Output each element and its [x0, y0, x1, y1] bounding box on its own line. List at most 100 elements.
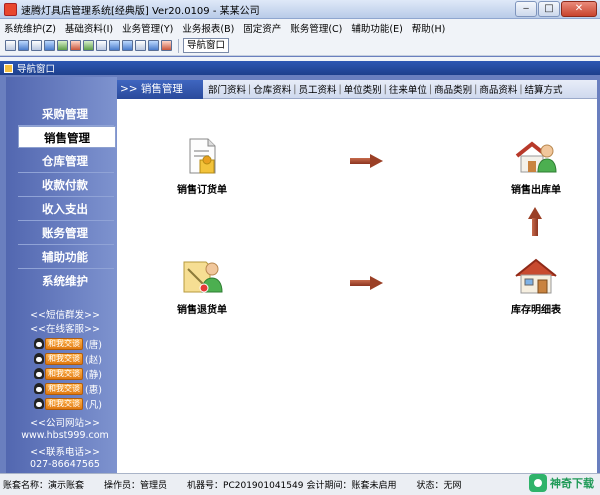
- window-icon[interactable]: [18, 40, 29, 51]
- qq-chat-badge: 和我交谈: [45, 337, 83, 350]
- link-departments[interactable]: 部门资料: [208, 82, 246, 96]
- link-product-categories[interactable]: 商品类别: [434, 82, 472, 96]
- sidebar-divider: [18, 196, 114, 197]
- person-icon[interactable]: [83, 40, 94, 51]
- sales-return-icon: [183, 261, 223, 293]
- users-icon[interactable]: [57, 40, 68, 51]
- warehouse-icon: [515, 258, 557, 294]
- qq-chat-badge: 和我交谈: [45, 397, 83, 410]
- menu-system-maintenance[interactable]: 系统维护(Z): [4, 21, 56, 35]
- qq-contact-name: (赵): [85, 354, 102, 366]
- qq-penguin-icon: [34, 398, 44, 409]
- help-icon[interactable]: [148, 40, 159, 51]
- qq-contact-name: (凡): [85, 399, 102, 411]
- toolbar-separator: [178, 38, 179, 53]
- website-link[interactable]: www.hbst999.com: [16, 430, 114, 441]
- qq-chat-badge: 和我交谈: [45, 352, 83, 365]
- inventory-detail-node[interactable]: 库存明细表: [491, 256, 581, 316]
- arrow-up-icon: [528, 207, 542, 237]
- save-icon[interactable]: [122, 40, 133, 51]
- sidebar-item-auxiliary[interactable]: 辅助功能: [16, 246, 114, 268]
- window-title: 速腾灯具店管理系统[经典版] Ver20.0109 - 某某公司: [21, 5, 260, 17]
- menu-basic-data[interactable]: 基础资料(I): [65, 21, 113, 35]
- link-separator: |: [383, 83, 387, 95]
- menu-auxiliary[interactable]: 辅助功能(E): [351, 21, 402, 35]
- link-employees[interactable]: 员工资料: [298, 82, 336, 96]
- monitor-icon[interactable]: [44, 40, 55, 51]
- status-accounting-period: 会计期间：账套未启用: [306, 481, 397, 491]
- title-bar: 速腾灯具店管理系统[经典版] Ver20.0109 - 某某公司 ‒ □ ✕: [0, 0, 600, 19]
- qq-chat-badge: 和我交谈: [45, 382, 83, 395]
- sidebar-item-sales[interactable]: 销售管理: [18, 126, 116, 148]
- link-separator: |: [338, 83, 342, 95]
- nav-window-button[interactable]: 导航窗口: [183, 38, 230, 53]
- window-controls: ‒ □ ✕: [515, 1, 597, 17]
- sidebar-item-warehouse[interactable]: 仓库管理: [16, 150, 114, 172]
- sales-order-node[interactable]: 销售订货单: [157, 136, 247, 196]
- calculator-icon[interactable]: [96, 40, 107, 51]
- watermark-logo-icon: [529, 474, 547, 492]
- sales-order-label: 销售订货单: [177, 185, 227, 196]
- qq-contact[interactable]: 和我交谈 (赵): [34, 352, 102, 366]
- qq-penguin-icon: [34, 338, 44, 349]
- new-icon[interactable]: [5, 40, 16, 51]
- card-icon[interactable]: [109, 40, 120, 51]
- link-warehouses[interactable]: 仓库资料: [253, 82, 291, 96]
- arrow-right-icon: [350, 154, 384, 168]
- sidebar-item-system[interactable]: 系统维护: [16, 270, 114, 292]
- qq-contact[interactable]: 和我交谈 (惠): [34, 382, 102, 396]
- sidebar-item-accounts[interactable]: 账务管理: [16, 222, 114, 244]
- child-window-titlebar: 导航窗口: [0, 61, 600, 75]
- child-window-title: 导航窗口: [17, 64, 56, 75]
- qq-contact[interactable]: 和我交谈 (凡): [34, 397, 102, 411]
- app-icon: [4, 2, 17, 16]
- sidebar-divider: [18, 268, 114, 269]
- qq-penguin-icon: [34, 368, 44, 379]
- status-operator: 操作员：管理员: [104, 481, 168, 491]
- minimize-button[interactable]: ‒: [515, 1, 537, 17]
- link-unit-categories[interactable]: 单位类别: [344, 82, 382, 96]
- menu-bar: 系统维护(Z) 基础资料(I) 业务管理(Y) 业务报表(B) 固定资产 账务管…: [0, 19, 600, 36]
- qq-contact-name: (唐): [85, 339, 102, 351]
- qq-contact[interactable]: 和我交谈 (唐): [34, 337, 102, 351]
- sidebar-divider: [18, 172, 114, 173]
- nav-window-icon: [4, 63, 13, 73]
- exit-icon[interactable]: [161, 40, 172, 51]
- sidebar-item-income-expense[interactable]: 收入支出: [16, 198, 114, 220]
- menu-business-management[interactable]: 业务管理(Y): [122, 21, 173, 35]
- sidebar-divider: [18, 220, 114, 221]
- section-title: >> 销售管理: [117, 79, 203, 99]
- qq-penguin-icon: [34, 353, 44, 364]
- qq-contact[interactable]: 和我交谈 (静): [34, 367, 102, 381]
- list-icon[interactable]: [31, 40, 42, 51]
- contact-phone-label: <<联系电话>>: [30, 447, 100, 458]
- link-settlement-methods[interactable]: 结算方式: [525, 82, 563, 96]
- menu-business-reports[interactable]: 业务报表(B): [182, 21, 234, 35]
- maximize-button[interactable]: □: [538, 1, 560, 17]
- link-separator: |: [293, 83, 297, 95]
- status-state: 状态：无网: [416, 481, 462, 491]
- menu-help[interactable]: 帮助(H): [412, 21, 446, 35]
- close-button[interactable]: ✕: [561, 1, 597, 17]
- link-separator: |: [248, 83, 252, 95]
- sidebar-item-payments[interactable]: 收款付款: [16, 174, 114, 196]
- menu-fixed-assets[interactable]: 固定资产: [243, 21, 281, 35]
- sidebar-divider: [18, 244, 114, 245]
- cart-icon[interactable]: [70, 40, 81, 51]
- sales-return-node[interactable]: 销售退货单: [157, 256, 247, 316]
- sidebar-item-purchase[interactable]: 采购管理: [16, 103, 114, 125]
- link-products[interactable]: 商品资料: [479, 82, 517, 96]
- print-icon[interactable]: [135, 40, 146, 51]
- menu-accounts[interactable]: 账务管理(C): [290, 21, 342, 35]
- status-account-set: 账套名称：演示账套: [3, 481, 85, 491]
- link-partners[interactable]: 往来单位: [389, 82, 427, 96]
- sales-outbound-label: 销售出库单: [511, 185, 561, 196]
- sales-outbound-node[interactable]: 销售出库单: [491, 136, 581, 196]
- qq-chat-badge: 和我交谈: [45, 367, 83, 380]
- warehouse-person-icon: [515, 141, 557, 173]
- qq-penguin-icon: [34, 383, 44, 394]
- watermark: 神奇下载: [529, 474, 594, 492]
- link-separator: |: [519, 83, 523, 95]
- link-separator: |: [428, 83, 433, 95]
- sms-link[interactable]: <<短信群发>>: [16, 307, 114, 321]
